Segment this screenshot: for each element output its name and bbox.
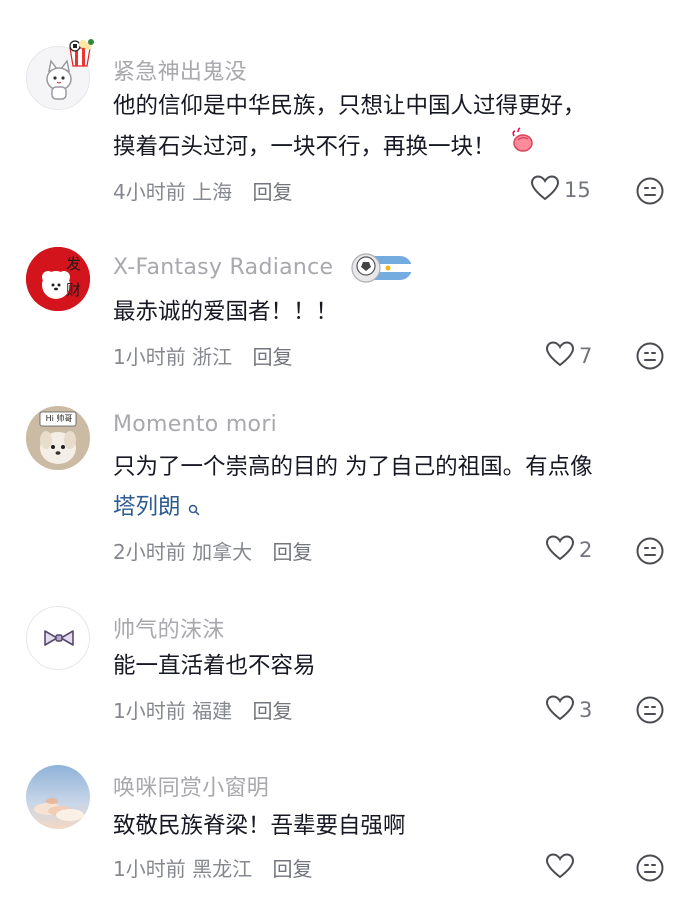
- like-button[interactable]: 7: [545, 340, 592, 372]
- comment-meta: 1小时前 福建 回复: [113, 695, 292, 724]
- dislike-face-icon[interactable]: [635, 536, 665, 566]
- avatar-text: 发 财: [66, 255, 82, 299]
- comment-time: 1小时前: [113, 857, 186, 881]
- comment-location: 黑龙江: [192, 857, 253, 881]
- comment-text: 只为了一个崇高的目的 为了自己的祖国。有点像 塔列朗: [113, 447, 673, 529]
- comment-text: 他的信仰是中华民族，只想让中国人过得更好， 摸着石头过河，一块不行，再换一块！: [113, 86, 673, 167]
- comment-text-line: 他的信仰是中华民族，只想让中国人过得更好，: [113, 93, 586, 119]
- comment-meta: 4小时前 上海 回复: [113, 176, 292, 205]
- comment-text-line: 摸着石头过河，一块不行，再换一块！: [113, 126, 673, 167]
- like-count: 2: [579, 538, 593, 562]
- reply-button[interactable]: 回复: [272, 857, 312, 881]
- comment-text-line: 最赤诚的爱国者！！！: [113, 299, 339, 325]
- avatar[interactable]: 发 财: [26, 247, 90, 311]
- avatar[interactable]: [26, 765, 90, 829]
- comment-text-line2: 摸着石头过河，一块不行，再换一块！: [113, 133, 496, 160]
- comment-username[interactable]: 紧急神出鬼没: [113, 54, 247, 86]
- comment-time: 1小时前: [113, 345, 186, 369]
- bowtie-avatar-icon: [27, 607, 89, 669]
- dislike-face-icon[interactable]: [635, 341, 665, 371]
- comment-location: 浙江: [192, 345, 233, 369]
- reply-button[interactable]: 回复: [272, 540, 312, 564]
- comment-text-line: 只为了一个崇高的目的 为了自己的祖国。有点像: [113, 454, 593, 480]
- soccer-argentina-badge-icon: [348, 250, 414, 290]
- reply-button[interactable]: 回复: [252, 699, 292, 723]
- like-count: 3: [579, 698, 593, 722]
- comment-username[interactable]: 唤咪同赏小窗明: [113, 770, 269, 802]
- heart-icon: [545, 340, 575, 372]
- comment-meta: 1小时前 黑龙江 回复: [113, 853, 312, 882]
- comment-meta: 1小时前 浙江 回复: [113, 341, 292, 370]
- comment-text: 能一直活着也不容易: [113, 646, 673, 686]
- comment-time: 2小时前: [113, 540, 186, 564]
- avatar-text: Hi 帅哥: [45, 414, 73, 423]
- comment-meta: 2小时前 加拿大 回复: [113, 536, 312, 565]
- comment-username[interactable]: Momento mori: [113, 412, 277, 437]
- heart-icon: [545, 852, 575, 884]
- comment-text-line: 致敬民族脊梁！吾辈要自强啊: [113, 813, 406, 839]
- comment-time: 4小时前: [113, 180, 186, 204]
- heart-icon: [545, 694, 575, 726]
- sunset-sky-avatar-icon: [26, 765, 90, 829]
- like-button[interactable]: [545, 852, 579, 884]
- heart-icon: [545, 534, 575, 566]
- search-icon: [188, 489, 200, 529]
- dislike-face-icon[interactable]: [635, 695, 665, 725]
- like-button[interactable]: 2: [545, 534, 592, 566]
- comment-text-line: 能一直活着也不容易: [113, 653, 316, 679]
- comment-location: 上海: [192, 180, 233, 204]
- comment-text: 最赤诚的爱国者！！！: [113, 292, 673, 332]
- avatar[interactable]: [26, 606, 90, 670]
- comment-location: 加拿大: [192, 540, 253, 564]
- comment-location: 福建: [192, 699, 233, 723]
- comment-text: 致敬民族脊梁！吾辈要自强啊: [113, 806, 673, 846]
- heart-icon: [530, 174, 560, 206]
- like-button[interactable]: 15: [530, 174, 591, 206]
- reply-button[interactable]: 回复: [252, 180, 292, 204]
- clapping-hands-emoji-icon: [508, 126, 536, 167]
- reply-button[interactable]: 回复: [252, 345, 292, 369]
- comment-username[interactable]: 帅气的沫沫: [113, 612, 225, 644]
- comment-username[interactable]: X-Fantasy Radiance: [113, 255, 333, 280]
- like-button[interactable]: 3: [545, 694, 592, 726]
- search-link[interactable]: 塔列朗: [113, 494, 181, 520]
- dislike-face-icon[interactable]: [635, 176, 665, 206]
- soccer-popcorn-badge-icon: [62, 38, 98, 72]
- dislike-face-icon[interactable]: [635, 853, 665, 883]
- avatar[interactable]: Hi 帅哥: [26, 406, 90, 470]
- comment-time: 1小时前: [113, 699, 186, 723]
- like-count: 7: [579, 344, 593, 368]
- comment-text-line: 塔列朗: [113, 487, 673, 529]
- like-count: 15: [564, 178, 591, 202]
